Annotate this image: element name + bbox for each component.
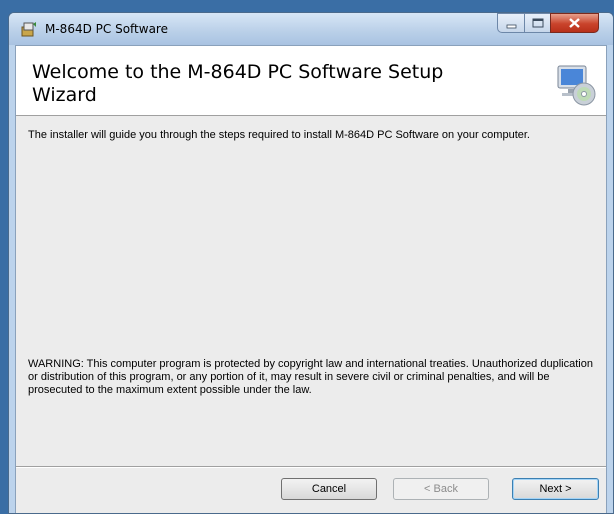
installer-window: M-864D PC Software Welcome to the M-864D…	[8, 12, 614, 514]
minimize-button[interactable]	[497, 13, 525, 33]
intro-text: The installer will guide you through the…	[28, 129, 530, 141]
installer-app-icon	[21, 22, 36, 37]
next-button[interactable]: Next >	[512, 478, 599, 500]
setup-computer-icon	[557, 65, 596, 106]
close-icon	[569, 18, 580, 28]
button-separator	[16, 466, 606, 468]
maximize-icon	[532, 18, 544, 28]
back-button[interactable]: < Back	[393, 478, 489, 500]
dialog-client-area: Welcome to the M-864D PC Software Setup …	[15, 45, 607, 513]
maximize-button[interactable]	[524, 13, 551, 33]
close-button[interactable]	[550, 13, 599, 33]
copyright-warning-text: WARNING: This computer program is protec…	[28, 358, 593, 396]
wizard-title: Welcome to the M-864D PC Software Setup …	[32, 61, 444, 106]
wizard-banner: Welcome to the M-864D PC Software Setup …	[16, 46, 606, 116]
window-title: M-864D PC Software	[45, 22, 168, 36]
title-bar[interactable]: M-864D PC Software	[9, 13, 613, 45]
minimize-icon	[506, 24, 517, 29]
cancel-button[interactable]: Cancel	[281, 478, 377, 500]
